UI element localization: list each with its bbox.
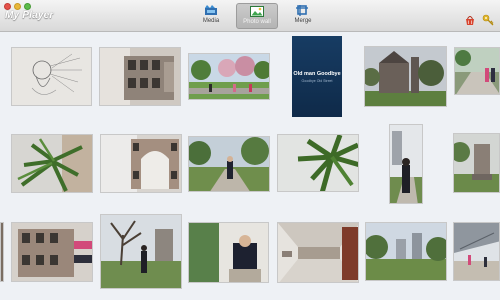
- building-image: [100, 48, 180, 105]
- photo-thumbnail-pavilion[interactable]: [453, 222, 500, 281]
- photo-thumbnail-man-portrait[interactable]: [188, 222, 269, 283]
- app-title: My Player: [5, 10, 54, 21]
- photo-thumbnail-arch[interactable]: [100, 134, 182, 193]
- photo-thumbnail-corridor[interactable]: [277, 222, 359, 283]
- basket-icon[interactable]: [464, 13, 476, 25]
- merge-icon: [296, 5, 308, 16]
- photo-thumbnail-city-park[interactable]: [365, 222, 447, 281]
- park-image: [189, 54, 269, 99]
- photo-thumbnail-people-path[interactable]: [454, 47, 500, 95]
- mode-tabs: Media Photo wall Merge: [190, 3, 324, 29]
- sketch-image: [12, 48, 91, 105]
- pavilion-image: [454, 223, 499, 280]
- photo-thumbnail-statue[interactable]: [453, 133, 500, 193]
- man-portrait-image: [189, 223, 268, 282]
- city-park-image: [366, 223, 446, 280]
- photo-thumbnail-church[interactable]: [364, 46, 447, 107]
- maximize-window-button[interactable]: [24, 3, 31, 10]
- photo-thumbnail-building-rotated[interactable]: [99, 47, 181, 106]
- photo-thumbnail-palm[interactable]: [11, 134, 93, 193]
- photo-icon: [250, 6, 264, 17]
- book-subtitle: Goodbye Old Street: [301, 78, 333, 83]
- title-bar: My Player Media Photo wall Merge: [0, 0, 500, 32]
- woman-tower-image: [390, 125, 422, 203]
- tab-photo-wall[interactable]: Photo wall: [236, 3, 278, 29]
- toolbar-right: [464, 13, 494, 26]
- tree-woman-image: [101, 215, 181, 288]
- window-controls: [4, 3, 31, 10]
- palm-image: [12, 135, 92, 192]
- building-2-image: [12, 223, 92, 281]
- photo-thumbnail-man-park[interactable]: [188, 136, 270, 192]
- photo-thumbnail-sketch[interactable]: [11, 47, 92, 106]
- close-window-button[interactable]: [4, 3, 11, 10]
- tab-merge-label: Merge: [294, 18, 312, 24]
- photo-thumbnail-edge[interactable]: [0, 222, 4, 282]
- photo-thumbnail-tree-woman[interactable]: [100, 214, 182, 289]
- tab-media[interactable]: Media: [190, 3, 232, 29]
- film-icon: [205, 5, 217, 15]
- photo-thumbnail-woman-tower[interactable]: [389, 124, 423, 204]
- photo-thumbnail-palm-2[interactable]: [277, 134, 359, 192]
- arch-image: [101, 135, 181, 192]
- tab-photo-wall-label: Photo wall: [243, 19, 271, 25]
- tab-media-label: Media: [202, 18, 220, 24]
- photo-thumbnail-park-blossoms[interactable]: [188, 53, 270, 100]
- photo-thumbnail-building-2[interactable]: [11, 222, 93, 282]
- tab-merge[interactable]: Merge: [282, 3, 324, 29]
- book-title: Old man Goodbye: [293, 70, 341, 77]
- church-image: [365, 47, 446, 106]
- people-image: [455, 48, 499, 94]
- key-icon[interactable]: [482, 13, 494, 26]
- corridor-image: [278, 223, 358, 282]
- book-cover-thumbnail[interactable]: Old man Goodbye Goodbye Old Street: [292, 36, 342, 117]
- statue-image: [454, 134, 499, 192]
- photo-wall-grid: Old man Goodbye Goodbye Old Street: [0, 33, 500, 300]
- minimize-window-button[interactable]: [14, 3, 21, 10]
- man-park-image: [189, 137, 269, 191]
- palm-2-image: [278, 135, 358, 191]
- edge-image: [1, 223, 3, 281]
